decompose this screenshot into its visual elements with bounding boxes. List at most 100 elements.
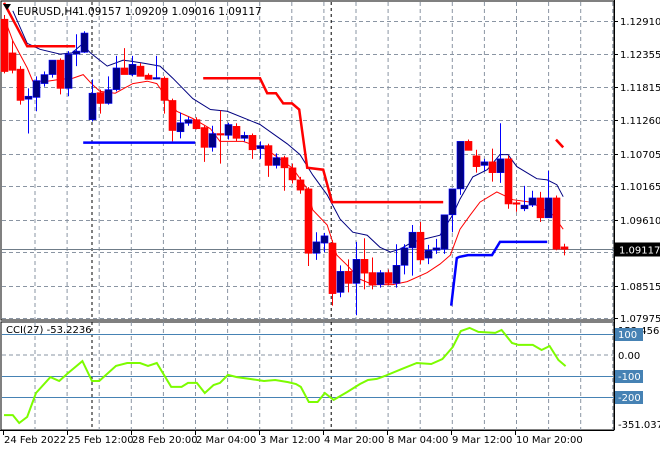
candle-body: [160, 77, 169, 101]
time-tick-label: 25 Feb 12:00: [68, 435, 134, 446]
candle-bullish: [72, 34, 81, 67]
candle-body: [376, 272, 385, 285]
cci-axis-label: 100: [618, 330, 637, 341]
price-tick-label: 1.09610: [620, 216, 660, 227]
time-tick-label: 8 Mar 04:00: [388, 435, 448, 446]
candle-bearish: [552, 195, 561, 251]
candle-bullish: [80, 31, 89, 53]
candle-body: [440, 214, 449, 250]
candle-body: [448, 188, 457, 216]
candle-body: [96, 92, 105, 104]
candle-body: [336, 271, 345, 293]
cci-axis-label: -100: [618, 372, 641, 383]
candle-bearish: [232, 123, 241, 142]
candle-body: [184, 119, 193, 124]
candle-body: [400, 247, 409, 266]
candle-body: [112, 67, 121, 90]
time-tick-label: 2 Mar 04:00: [196, 435, 256, 446]
candle-body: [360, 259, 369, 274]
candle-body: [280, 157, 289, 169]
lower-stop-line: [449, 240, 548, 306]
candle-body: [232, 126, 241, 139]
candle-bearish: [160, 76, 169, 114]
candle-body: [264, 145, 273, 166]
candle-body: [552, 197, 561, 250]
candle-body: [200, 127, 209, 148]
price-tick-label: 1.12910: [620, 17, 660, 28]
candle-body: [88, 92, 97, 120]
indicator-layer: [4, 10, 564, 286]
candle-body: [520, 204, 529, 210]
candle-bearish: [280, 155, 289, 191]
candle-bullish: [256, 141, 265, 159]
candle-body: [248, 135, 257, 151]
candle-body: [168, 100, 177, 131]
price-tick-label: 1.10165: [620, 182, 660, 193]
ma-fast-line: [4, 19, 564, 286]
candle-bullish: [456, 141, 465, 195]
time-tick-label: 24 Feb 2022: [4, 435, 66, 446]
candle-body: [208, 133, 217, 148]
candle-bearish: [464, 139, 473, 151]
chart-header: EURUSD,H4 1.09157 1.09209 1.09016 1.0911…: [3, 4, 262, 18]
candle-body: [368, 272, 377, 286]
upper-stop-line: [555, 138, 565, 149]
candle-body: [432, 247, 441, 251]
candle-body: [496, 158, 505, 173]
candle-bullish: [312, 232, 321, 260]
candle-bearish: [560, 243, 569, 256]
candle-bullish: [432, 238, 441, 254]
candle-bullish: [448, 188, 457, 233]
candle-bullish: [440, 214, 449, 254]
candle-bearish: [264, 143, 273, 177]
candle-body: [416, 231, 425, 261]
candle-bearish: [304, 187, 313, 266]
candle-bearish: [296, 176, 305, 194]
candle-bullish: [176, 112, 185, 139]
candle-bullish: [408, 225, 417, 276]
candle-body: [152, 77, 161, 80]
candle-body: [32, 80, 41, 98]
candle-bearish: [248, 133, 257, 159]
candle-body: [16, 68, 25, 101]
ma-slow-line: [12, 10, 564, 253]
price-tick-label: 1.11815: [620, 83, 660, 94]
price-tick-label: 1.12355: [620, 50, 660, 61]
candle-body: [560, 246, 569, 250]
candle-body: [384, 272, 393, 284]
time-tick-label: 28 Feb 20:00: [132, 435, 198, 446]
cci-panel: [2, 326, 614, 425]
candle-bullish: [224, 122, 233, 140]
price-tick-label: 1.08515: [620, 282, 660, 293]
candle-bullish: [128, 55, 137, 77]
candle-bullish: [480, 158, 489, 171]
time-tick-label: 9 Mar 12:00: [452, 435, 512, 446]
triangle-down-icon[interactable]: [3, 4, 11, 10]
candle-bullish: [528, 190, 537, 207]
candle-body: [424, 249, 433, 259]
candle-body: [56, 59, 65, 89]
price-chart[interactable]: 1.12910 1.12355 1.11815 1.11260 1.10705 1.101…: [0, 0, 660, 450]
chart-window: 1.12910 1.12355 1.11815 1.11260 1.10705 1.101…: [0, 0, 660, 450]
candle-body: [304, 188, 313, 254]
candle-body: [312, 241, 321, 254]
candle-body: [136, 65, 145, 77]
price-tick-label: 1.07975: [620, 314, 660, 325]
candle-body: [392, 265, 401, 284]
main-panel-frame: [0, 0, 615, 321]
candle-body: [296, 179, 305, 191]
candle-body: [24, 95, 33, 100]
time-tick-label: 3 Mar 12:00: [260, 435, 320, 446]
candle-bearish: [216, 110, 225, 164]
candle-body: [528, 197, 537, 206]
candle-body: [216, 133, 225, 136]
candle-bullish: [208, 125, 217, 152]
time-tick-label: 4 Mar 20:00: [324, 435, 384, 446]
candle-bullish: [24, 88, 33, 134]
cci-label: CCI(27) -53.2236: [6, 325, 92, 336]
candles-layer: [0, 14, 569, 316]
candle-body: [464, 141, 473, 151]
candle-bearish: [368, 257, 377, 290]
candle-body: [64, 53, 73, 89]
price-tick-label: 1.11260: [620, 116, 660, 127]
